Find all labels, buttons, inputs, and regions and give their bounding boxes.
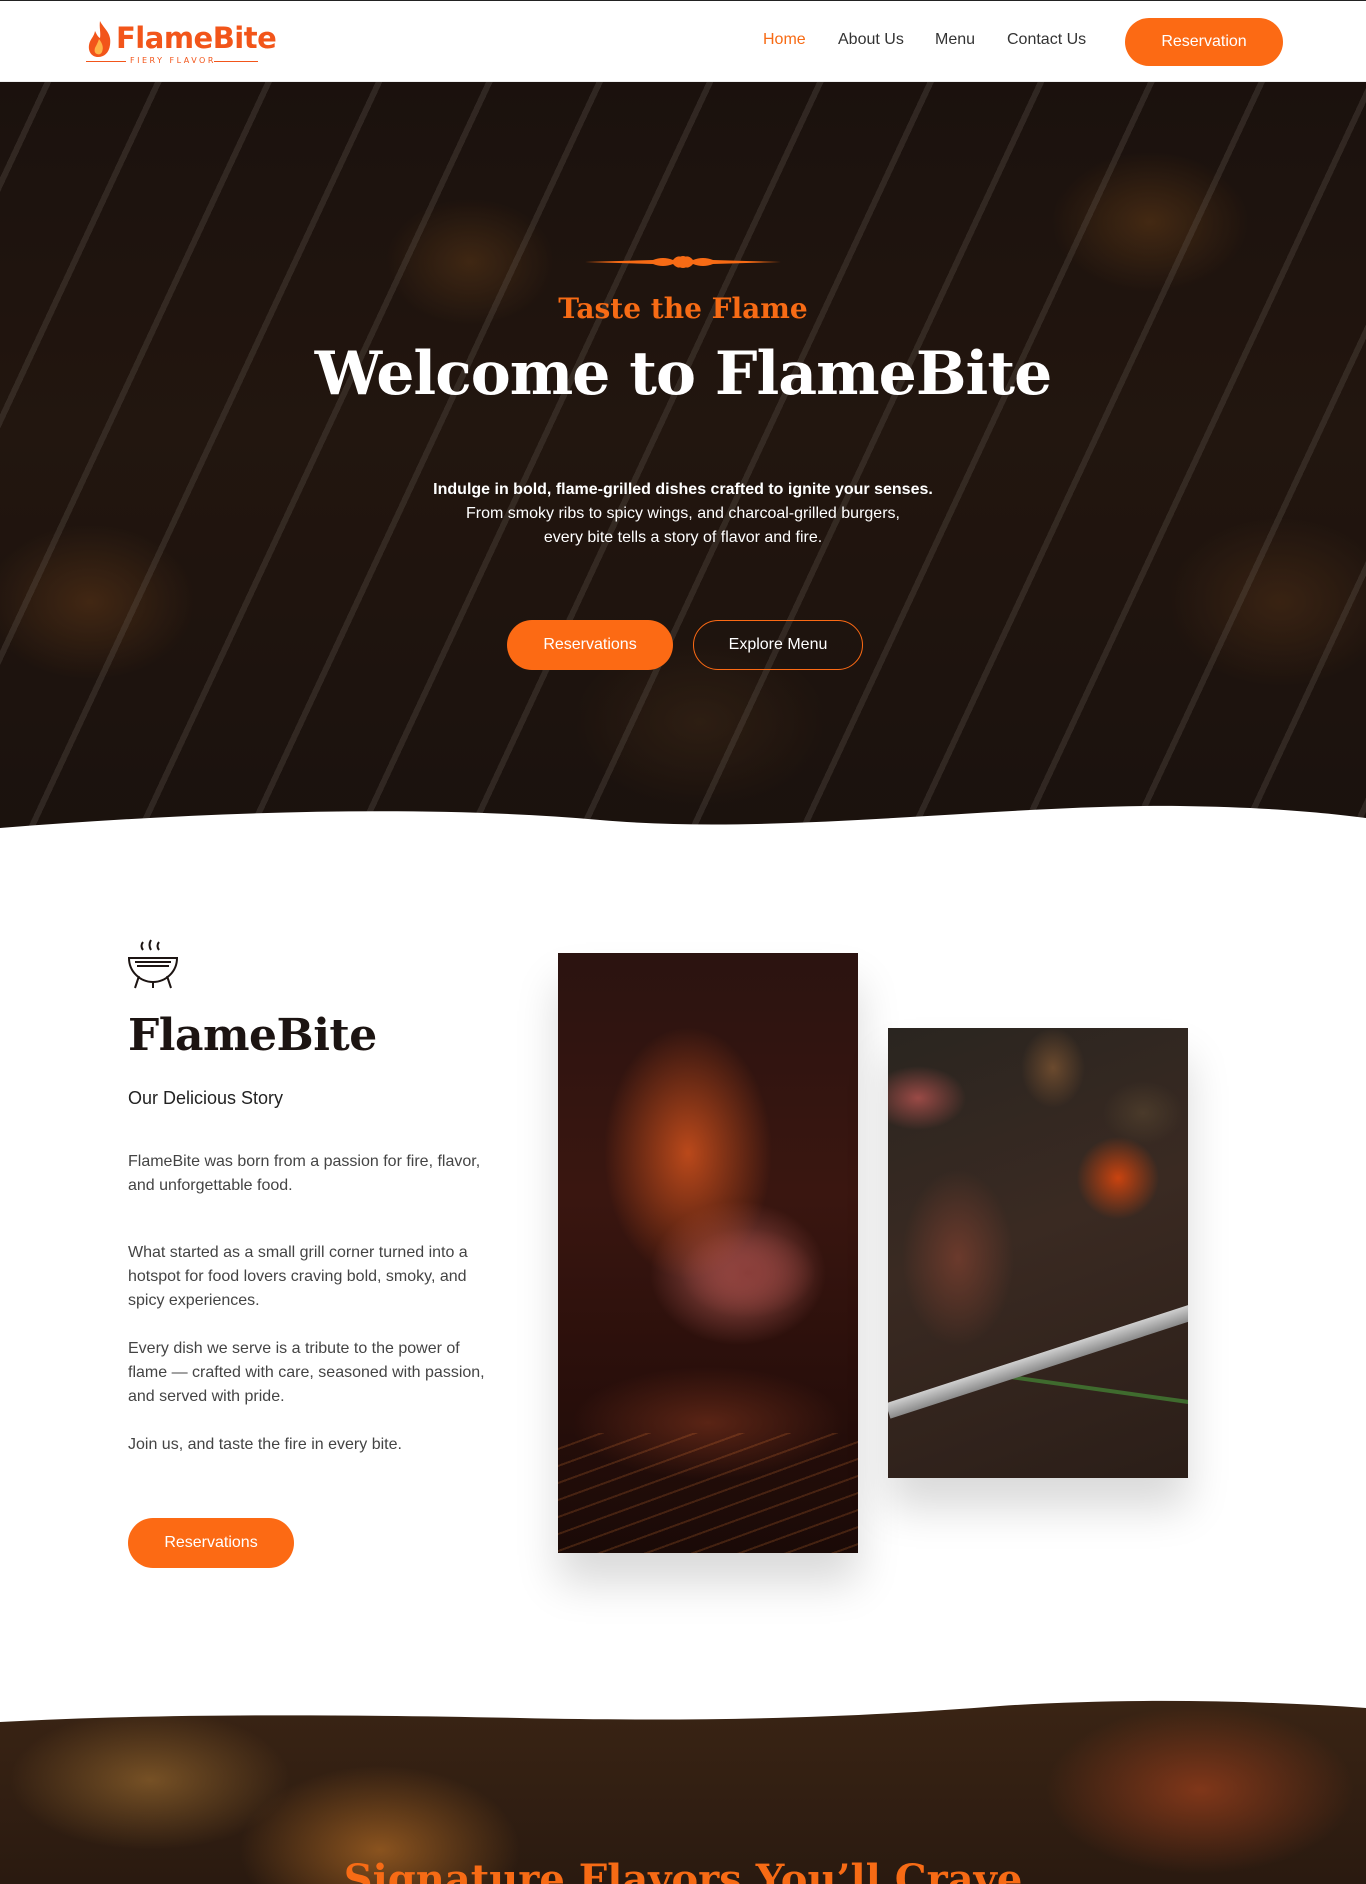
hero-reservations-button[interactable]: Reservations — [507, 620, 673, 670]
story-reservations-button[interactable]: Reservations — [128, 1518, 294, 1568]
flame-icon — [88, 21, 111, 57]
logo-divider — [214, 61, 258, 62]
story-subtitle: Our Delicious Story — [128, 1088, 284, 1108]
hero-subtitle: Taste the Flame — [558, 292, 808, 325]
brand-name: FlameBite — [116, 21, 277, 55]
hero-tagline-line: Indulge in bold, flame-grilled dishes cr… — [433, 481, 933, 498]
signature-section: Signature Flavors You’ll Crave — [0, 1700, 1366, 1884]
story-title: FlameBite — [128, 1010, 377, 1061]
ornament-divider-icon — [585, 256, 781, 268]
sliced-steak-image — [888, 1028, 1188, 1478]
story-paragraph: FlameBite was born from a passion for fi… — [128, 1153, 481, 1194]
explore-menu-button[interactable]: Explore Menu — [693, 620, 863, 670]
brand-logo[interactable]: FlameBite FIERY FLAVOR — [86, 17, 277, 67]
logo-divider — [86, 61, 126, 62]
nav-home[interactable]: Home — [763, 31, 806, 49]
story-paragraph: Every dish we serve is a tribute to the … — [128, 1340, 485, 1405]
knife-shape — [888, 1304, 1188, 1419]
hero-title: Welcome to FlameBite — [314, 339, 1053, 409]
hero-section: Taste the Flame Welcome to FlameBite Ind… — [0, 82, 1366, 852]
grill-grate-texture — [558, 1433, 858, 1553]
hero-wave-divider — [0, 805, 1366, 852]
story-paragraph: What started as a small grill corner tur… — [128, 1244, 468, 1309]
story-paragraph: Join us, and taste the fire in every bit… — [128, 1436, 402, 1453]
site-header: FlameBite FIERY FLAVOR Home About Us Men… — [0, 0, 1366, 82]
nav-about-us[interactable]: About Us — [838, 31, 904, 49]
brand-tagline: FIERY FLAVOR — [130, 56, 216, 65]
grill-icon — [127, 939, 179, 989]
nav-menu[interactable]: Menu — [935, 31, 975, 49]
rosemary-sprig — [1008, 1374, 1188, 1406]
nav-contact-us[interactable]: Contact Us — [1007, 31, 1086, 49]
grilled-steak-image — [558, 953, 858, 1553]
hero-overlay — [0, 82, 1366, 852]
signature-title: Signature Flavors You’ll Crave — [343, 1856, 1023, 1884]
hero-tagline-line: From smoky ribs to spicy wings, and char… — [466, 505, 900, 522]
hero-tagline-line: every bite tells a story of flavor and f… — [543, 529, 823, 546]
reservation-button[interactable]: Reservation — [1125, 18, 1283, 66]
signature-wave-divider — [0, 1700, 1366, 1722]
